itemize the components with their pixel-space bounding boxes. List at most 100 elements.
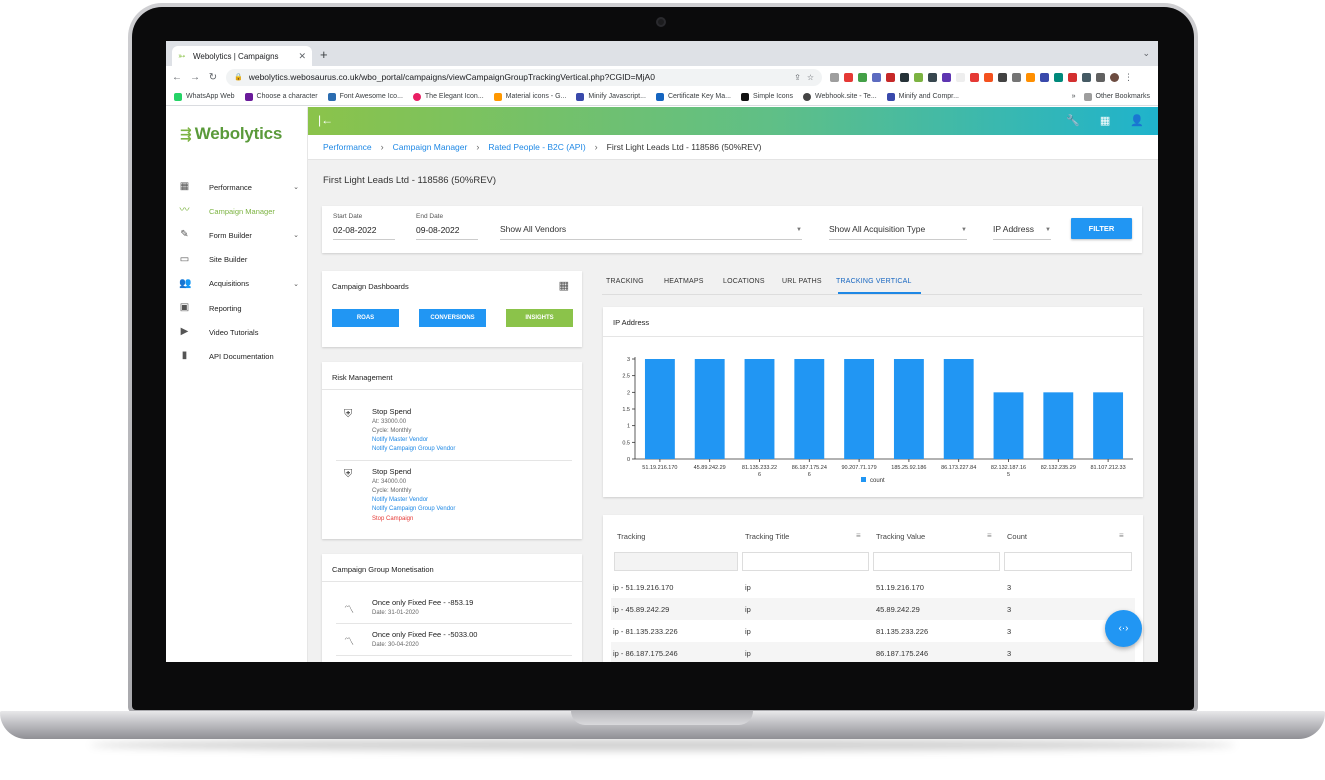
table-row[interactable]: ip - 86.187.175.246 ip 86.187.175.246 3 <box>611 642 1135 662</box>
browser-menu-icon[interactable]: ⋮ <box>1124 72 1133 83</box>
back-arrow-icon[interactable]: ← <box>172 72 182 83</box>
extension-icon[interactable] <box>872 72 881 82</box>
bookmark[interactable]: WhatsApp Web <box>174 92 235 101</box>
extension-icon[interactable] <box>886 72 895 82</box>
breadcrumb-link[interactable]: Campaign Manager <box>393 142 468 152</box>
table-row[interactable]: ip - 45.89.242.29 ip 45.89.242.29 3 <box>611 598 1135 620</box>
bookmark[interactable]: Material icons - G... <box>493 92 566 101</box>
count-filter-input[interactable] <box>1004 552 1132 571</box>
notify-master-vendor-link[interactable]: Notify Master Vendor <box>372 437 428 443</box>
ip-address-select[interactable]: IP Address ▼ <box>993 224 1051 240</box>
chevron-down-icon[interactable]: ⌄ <box>293 280 299 288</box>
reload-icon[interactable]: ↻ <box>208 72 218 83</box>
sidebar-item-api-documentation[interactable]: ▮ API Documentation <box>166 344 308 368</box>
breadcrumb-link[interactable]: Performance <box>323 142 372 152</box>
start-date-value[interactable]: 02-08-2022 <box>333 225 395 240</box>
extension-icon[interactable] <box>1068 72 1077 82</box>
bookmark[interactable]: Font Awesome Ico... <box>327 92 403 101</box>
table-row[interactable]: ip - 51.19.216.170 ip 51.19.216.170 3 <box>611 576 1135 598</box>
new-tab-icon[interactable]: + <box>320 47 328 62</box>
extension-icon[interactable] <box>858 72 867 82</box>
puzzle-icon[interactable] <box>1082 72 1091 82</box>
bookmark[interactable]: The Elegant Icon... <box>412 92 484 101</box>
collapse-sidebar-icon[interactable]: |← <box>318 113 333 127</box>
chevron-down-icon[interactable]: ⌄ <box>293 231 299 239</box>
extension-icon[interactable] <box>900 72 909 82</box>
roas-button[interactable]: ROAS <box>332 309 399 327</box>
chevron-down-icon[interactable]: ⌄ <box>293 183 299 191</box>
user-icon[interactable]: 👤 <box>1130 114 1144 127</box>
tracking-value-filter-input[interactable] <box>873 552 1000 571</box>
bookmark[interactable]: Certificate Key Ma... <box>655 92 731 101</box>
column-header[interactable]: Tracking Title <box>745 532 789 541</box>
bookmark[interactable]: Minify and Compr... <box>886 92 959 101</box>
extension-icon[interactable] <box>1026 72 1035 82</box>
sidebar-item-site-builder[interactable]: ▭ Site Builder <box>166 248 308 272</box>
vendor-select[interactable]: Show All Vendors ▼ <box>500 224 802 240</box>
tab-heatmaps[interactable]: HEATMAPS <box>664 278 704 285</box>
sidebar-item-campaign-manager[interactable]: 〰 Campaign Manager <box>166 199 308 223</box>
tab-locations[interactable]: LOCATIONS <box>723 278 765 285</box>
start-date-field[interactable]: Start Date 02-08-2022 <box>333 213 395 240</box>
end-date-field[interactable]: End Date 09-08-2022 <box>416 213 478 240</box>
extension-icon[interactable] <box>956 72 965 82</box>
end-date-value[interactable]: 09-08-2022 <box>416 225 478 240</box>
extension-icon[interactable] <box>844 72 853 82</box>
column-header[interactable]: Tracking <box>617 532 645 541</box>
extension-icon[interactable] <box>830 72 839 82</box>
bookmark-star-icon[interactable]: ☆ <box>807 73 814 82</box>
notify-campaign-group-vendor-link[interactable]: Notify Campaign Group Vendor <box>372 446 455 452</box>
code-fab-button[interactable]: ‹·› <box>1105 610 1142 647</box>
logo[interactable]: ⇶ Webolytics <box>180 124 282 144</box>
extension-icon[interactable] <box>928 72 937 82</box>
extension-icon[interactable] <box>914 72 923 82</box>
forward-arrow-icon[interactable]: → <box>190 72 200 83</box>
bookmark[interactable]: Choose a character <box>244 92 318 101</box>
column-header[interactable]: Tracking Value <box>876 532 925 541</box>
filter-button[interactable]: FILTER <box>1071 218 1132 239</box>
tab-tracking[interactable]: TRACKING <box>606 278 644 285</box>
extension-icon[interactable] <box>984 72 993 82</box>
extension-icon[interactable] <box>1012 72 1021 82</box>
close-tab-icon[interactable]: ✕ <box>298 51 306 62</box>
sidebar-item-performance[interactable]: ▦ Performance ⌄ <box>166 175 308 199</box>
sort-icon[interactable]: ≡ <box>1119 531 1124 540</box>
address-bar[interactable]: 🔒 webolytics.webosaurus.co.uk/wbo_portal… <box>226 68 822 86</box>
bookmark[interactable]: Webhook.site - Te... <box>803 92 877 101</box>
sidebar-item-video-tutorials[interactable]: ▶ Video Tutorials <box>166 320 308 344</box>
sort-icon[interactable]: ≡ <box>856 531 861 540</box>
more-bookmarks-button[interactable]: » <box>1072 93 1076 100</box>
profile-avatar[interactable] <box>1110 72 1119 82</box>
extension-icon[interactable] <box>942 72 951 82</box>
tab-tracking-vertical[interactable]: TRACKING VERTICAL <box>836 278 912 285</box>
share-icon[interactable]: ⇪ <box>794 73 801 82</box>
sidebar-item-form-builder[interactable]: ✎ Form Builder ⌄ <box>166 223 308 247</box>
extension-icon[interactable] <box>1054 72 1063 82</box>
browser-tab[interactable]: ➳ Webolytics | Campaigns ✕ <box>172 46 312 66</box>
table-row[interactable]: ip - 81.135.233.226 ip 81.135.233.226 3 <box>611 620 1135 642</box>
bookmark[interactable]: Simple Icons <box>740 92 793 101</box>
dashboard-icon[interactable]: ▦ <box>559 279 569 292</box>
conversions-button[interactable]: CONVERSIONS <box>419 309 486 327</box>
insights-button[interactable]: INSIGHTS <box>506 309 573 327</box>
extension-icon[interactable] <box>970 72 979 82</box>
other-bookmarks[interactable]: Other Bookmarks <box>1083 92 1150 101</box>
url-text[interactable]: webolytics.webosaurus.co.uk/wbo_portal/c… <box>249 72 788 82</box>
sidebar-item-reporting[interactable]: ▣ Reporting <box>166 296 308 320</box>
sidebar-item-acquisitions[interactable]: 👥 Acquisitions ⌄ <box>166 272 308 296</box>
sidebar-toggle-icon[interactable] <box>1096 72 1105 82</box>
column-header[interactable]: Count <box>1007 532 1027 541</box>
tab-url-paths[interactable]: URL PATHS <box>782 278 822 285</box>
tracking-filter-input[interactable] <box>614 552 738 571</box>
tab-search-icon[interactable]: ⌄ <box>1142 48 1150 59</box>
sort-icon[interactable]: ≡ <box>987 531 992 540</box>
notify-master-vendor-link[interactable]: Notify Master Vendor <box>372 497 428 503</box>
extension-icon[interactable] <box>998 72 1007 82</box>
tracking-title-filter-input[interactable] <box>742 552 869 571</box>
apps-grid-icon[interactable]: ▦ <box>1100 114 1110 127</box>
breadcrumb-link[interactable]: Rated People - B2C (API) <box>488 142 585 152</box>
bookmark[interactable]: Minify Javascript... <box>576 92 646 101</box>
extension-icon[interactable] <box>1040 72 1049 82</box>
stop-campaign-link[interactable]: Stop Campaign <box>372 516 413 522</box>
notify-campaign-group-vendor-link[interactable]: Notify Campaign Group Vendor <box>372 506 455 512</box>
